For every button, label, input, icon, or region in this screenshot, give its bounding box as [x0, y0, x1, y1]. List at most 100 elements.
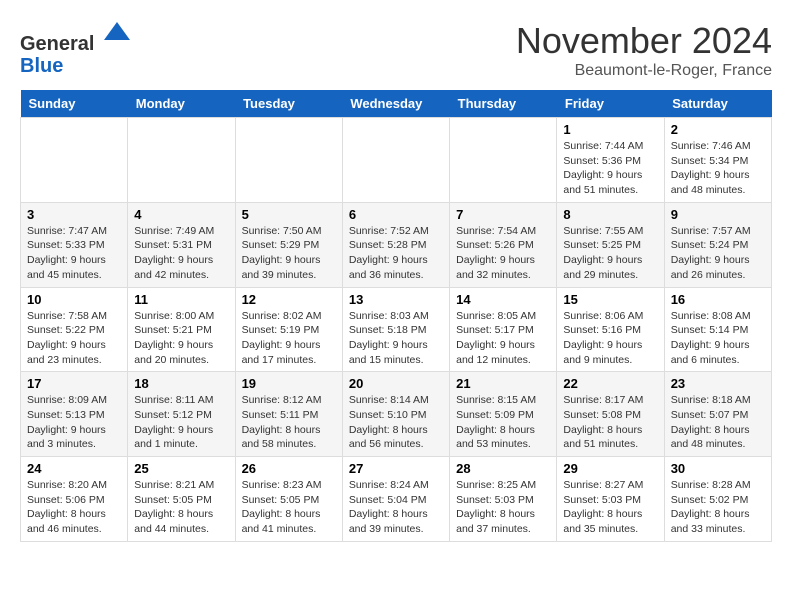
- day-cell: 19 Sunrise: 8:12 AMSunset: 5:11 PMDayligh…: [235, 372, 342, 457]
- day-cell: 29Sunrise: 8:27 AMSunset: 5:03 PMDayligh…: [557, 457, 664, 542]
- day-info: Sunrise: 7:58 AMSunset: 5:22 PMDaylight:…: [27, 309, 121, 368]
- day-number: 21: [456, 376, 550, 391]
- day-info: Sunrise: 8:06 AMSunset: 5:16 PMDaylight:…: [563, 309, 657, 368]
- day-info: Sunrise: 8:23 AMSunset: 5:05 PMDaylight:…: [242, 478, 336, 537]
- day-cell: [450, 118, 557, 203]
- day-number: 26: [242, 461, 336, 476]
- day-number: 23: [671, 376, 765, 391]
- day-cell: 25 Sunrise: 8:21 AMSunset: 5:05 PMDayligh…: [128, 457, 235, 542]
- day-cell: 15 Sunrise: 8:06 AMSunset: 5:16 PMDayligh…: [557, 287, 664, 372]
- column-header-wednesday: Wednesday: [342, 90, 449, 118]
- day-cell: [342, 118, 449, 203]
- day-cell: [235, 118, 342, 203]
- calendar-header-row: SundayMondayTuesdayWednesdayThursdayFrid…: [21, 90, 772, 118]
- day-cell: 30Sunrise: 8:28 AMSunset: 5:02 PMDayligh…: [664, 457, 771, 542]
- day-info: Sunrise: 7:57 AMSunset: 5:24 PMDaylight:…: [671, 224, 765, 283]
- day-info: Sunrise: 8:02 AMSunset: 5:19 PMDaylight:…: [242, 309, 336, 368]
- day-info: Sunrise: 8:05 AMSunset: 5:17 PMDaylight:…: [456, 309, 550, 368]
- day-cell: 11 Sunrise: 8:00 AMSunset: 5:21 PMDayligh…: [128, 287, 235, 372]
- month-title: November 2024: [516, 20, 772, 62]
- day-number: 22: [563, 376, 657, 391]
- day-info: Sunrise: 8:14 AMSunset: 5:10 PMDaylight:…: [349, 393, 443, 452]
- day-number: 29: [563, 461, 657, 476]
- column-header-thursday: Thursday: [450, 90, 557, 118]
- week-row-2: 10Sunrise: 7:58 AMSunset: 5:22 PMDayligh…: [21, 287, 772, 372]
- day-cell: 3 Sunrise: 7:47 AMSunset: 5:33 PMDaylight…: [21, 202, 128, 287]
- day-number: 18: [134, 376, 228, 391]
- day-info: Sunrise: 8:20 AMSunset: 5:06 PMDaylight:…: [27, 478, 121, 537]
- day-info: Sunrise: 8:12 AMSunset: 5:11 PMDaylight:…: [242, 393, 336, 452]
- day-number: 14: [456, 292, 550, 307]
- column-header-sunday: Sunday: [21, 90, 128, 118]
- day-number: 6: [349, 207, 443, 222]
- day-info: Sunrise: 8:24 AMSunset: 5:04 PMDaylight:…: [349, 478, 443, 537]
- day-cell: 14 Sunrise: 8:05 AMSunset: 5:17 PMDayligh…: [450, 287, 557, 372]
- day-info: Sunrise: 8:11 AMSunset: 5:12 PMDaylight:…: [134, 393, 228, 452]
- day-cell: 5 Sunrise: 7:50 AMSunset: 5:29 PMDaylight…: [235, 202, 342, 287]
- day-info: Sunrise: 7:49 AMSunset: 5:31 PMDaylight:…: [134, 224, 228, 283]
- day-info: Sunrise: 8:18 AMSunset: 5:07 PMDaylight:…: [671, 393, 765, 452]
- day-cell: 24Sunrise: 8:20 AMSunset: 5:06 PMDayligh…: [21, 457, 128, 542]
- day-cell: 27 Sunrise: 8:24 AMSunset: 5:04 PMDayligh…: [342, 457, 449, 542]
- day-number: 15: [563, 292, 657, 307]
- day-info: Sunrise: 8:28 AMSunset: 5:02 PMDaylight:…: [671, 478, 765, 537]
- day-cell: 10Sunrise: 7:58 AMSunset: 5:22 PMDayligh…: [21, 287, 128, 372]
- day-info: Sunrise: 7:44 AMSunset: 5:36 PMDaylight:…: [563, 139, 657, 198]
- day-number: 16: [671, 292, 765, 307]
- day-info: Sunrise: 7:54 AMSunset: 5:26 PMDaylight:…: [456, 224, 550, 283]
- day-cell: 23 Sunrise: 8:18 AMSunset: 5:07 PMDayligh…: [664, 372, 771, 457]
- day-cell: 12Sunrise: 8:02 AMSunset: 5:19 PMDayligh…: [235, 287, 342, 372]
- day-info: Sunrise: 8:00 AMSunset: 5:21 PMDaylight:…: [134, 309, 228, 368]
- column-header-friday: Friday: [557, 90, 664, 118]
- day-info: Sunrise: 7:50 AMSunset: 5:29 PMDaylight:…: [242, 224, 336, 283]
- day-cell: [128, 118, 235, 203]
- column-header-tuesday: Tuesday: [235, 90, 342, 118]
- week-row-3: 17Sunrise: 8:09 AMSunset: 5:13 PMDayligh…: [21, 372, 772, 457]
- day-number: 27: [349, 461, 443, 476]
- day-cell: 7 Sunrise: 7:54 AMSunset: 5:26 PMDaylight…: [450, 202, 557, 287]
- logo-blue-text: Blue: [20, 55, 63, 77]
- day-cell: 20 Sunrise: 8:14 AMSunset: 5:10 PMDayligh…: [342, 372, 449, 457]
- column-header-saturday: Saturday: [664, 90, 771, 118]
- day-number: 2: [671, 122, 765, 137]
- day-info: Sunrise: 8:21 AMSunset: 5:05 PMDaylight:…: [134, 478, 228, 537]
- title-area: November 2024 Beaumont-le-Roger, France: [516, 20, 772, 80]
- day-number: 1: [563, 122, 657, 137]
- day-number: 5: [242, 207, 336, 222]
- week-row-1: 3 Sunrise: 7:47 AMSunset: 5:33 PMDaylight…: [21, 202, 772, 287]
- day-cell: 6 Sunrise: 7:52 AMSunset: 5:28 PMDaylight…: [342, 202, 449, 287]
- logo-icon: [102, 20, 132, 50]
- day-cell: 28Sunrise: 8:25 AMSunset: 5:03 PMDayligh…: [450, 457, 557, 542]
- day-cell: 26 Sunrise: 8:23 AMSunset: 5:05 PMDayligh…: [235, 457, 342, 542]
- day-number: 7: [456, 207, 550, 222]
- day-number: 9: [671, 207, 765, 222]
- location-title: Beaumont-le-Roger, France: [516, 62, 772, 80]
- logo-general-text: General: [20, 33, 94, 55]
- day-number: 20: [349, 376, 443, 391]
- day-number: 8: [563, 207, 657, 222]
- day-cell: 21 Sunrise: 8:15 AMSunset: 5:09 PMDayligh…: [450, 372, 557, 457]
- day-cell: 1 Sunrise: 7:44 AMSunset: 5:36 PMDaylight…: [557, 118, 664, 203]
- day-info: Sunrise: 8:08 AMSunset: 5:14 PMDaylight:…: [671, 309, 765, 368]
- day-cell: 9 Sunrise: 7:57 AMSunset: 5:24 PMDaylight…: [664, 202, 771, 287]
- day-number: 11: [134, 292, 228, 307]
- day-info: Sunrise: 7:47 AMSunset: 5:33 PMDaylight:…: [27, 224, 121, 283]
- day-info: Sunrise: 7:52 AMSunset: 5:28 PMDaylight:…: [349, 224, 443, 283]
- day-info: Sunrise: 8:03 AMSunset: 5:18 PMDaylight:…: [349, 309, 443, 368]
- day-number: 28: [456, 461, 550, 476]
- day-number: 3: [27, 207, 121, 222]
- day-cell: 16 Sunrise: 8:08 AMSunset: 5:14 PMDayligh…: [664, 287, 771, 372]
- day-number: 17: [27, 376, 121, 391]
- day-info: Sunrise: 8:17 AMSunset: 5:08 PMDaylight:…: [563, 393, 657, 452]
- calendar-table: SundayMondayTuesdayWednesdayThursdayFrid…: [20, 90, 772, 542]
- column-header-monday: Monday: [128, 90, 235, 118]
- day-info: Sunrise: 7:46 AMSunset: 5:34 PMDaylight:…: [671, 139, 765, 198]
- day-number: 13: [349, 292, 443, 307]
- day-cell: 4 Sunrise: 7:49 AMSunset: 5:31 PMDaylight…: [128, 202, 235, 287]
- day-number: 19: [242, 376, 336, 391]
- week-row-0: 1 Sunrise: 7:44 AMSunset: 5:36 PMDaylight…: [21, 118, 772, 203]
- day-cell: 18 Sunrise: 8:11 AMSunset: 5:12 PMDayligh…: [128, 372, 235, 457]
- day-info: Sunrise: 8:15 AMSunset: 5:09 PMDaylight:…: [456, 393, 550, 452]
- day-number: 25: [134, 461, 228, 476]
- day-number: 4: [134, 207, 228, 222]
